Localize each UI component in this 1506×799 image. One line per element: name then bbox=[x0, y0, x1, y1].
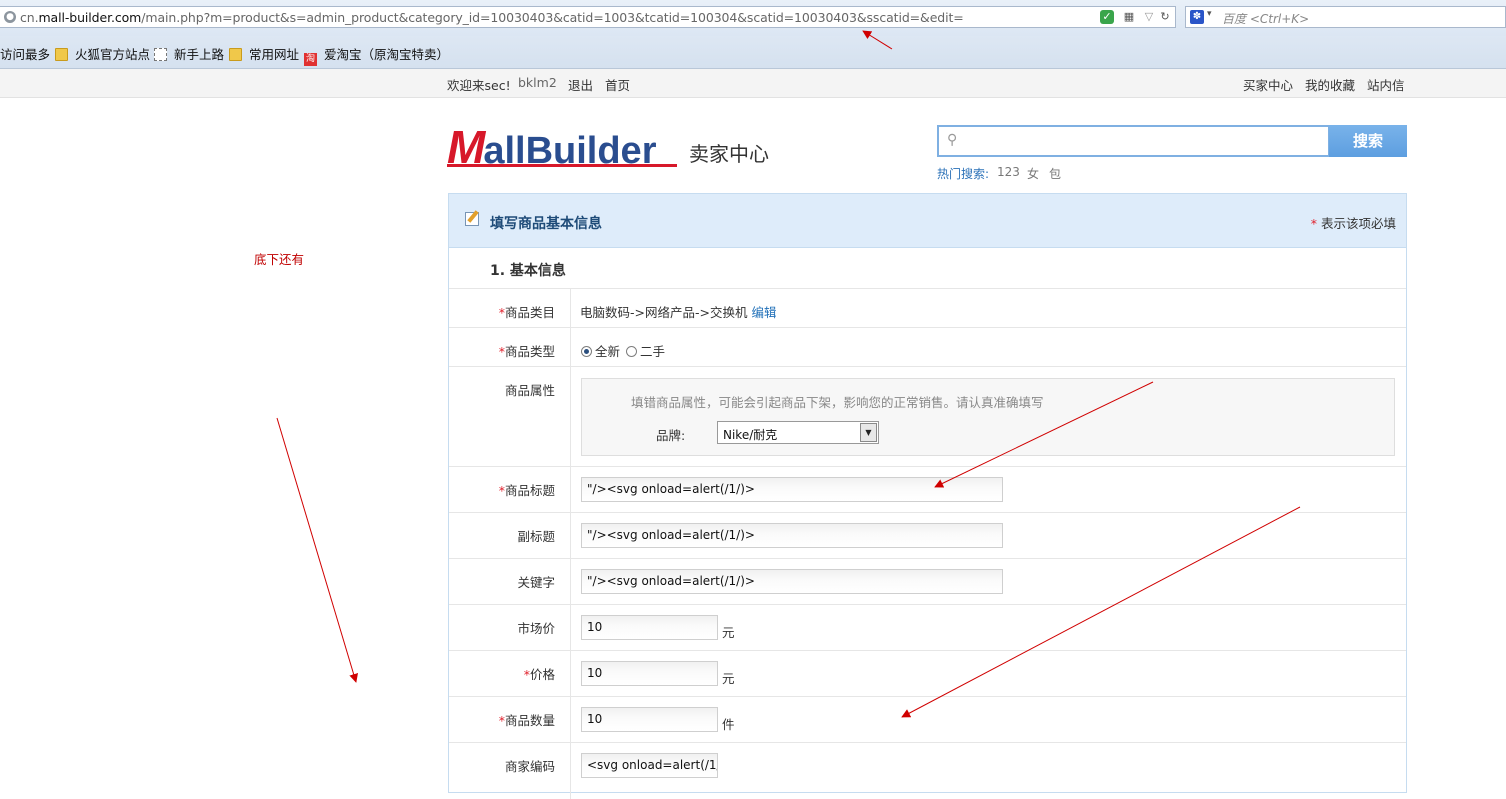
seller-center-title: 卖家中心 bbox=[689, 142, 769, 166]
subtitle-label: 副标题 bbox=[517, 529, 555, 544]
hot-keyword[interactable]: 123 bbox=[997, 165, 1020, 179]
unit-yuan: 元 bbox=[722, 625, 735, 640]
bookmarks-bar: 访问最多 火狐官方站点 新手上路 常用网址 淘爱淘宝（原淘宝特卖） bbox=[0, 36, 1506, 69]
brand-select[interactable]: Nike/耐克 ▼ bbox=[717, 421, 879, 444]
annotation-note: 底下还有 bbox=[254, 252, 305, 267]
quantity-label: *商品数量 bbox=[498, 713, 555, 728]
username-link[interactable]: bklm2 bbox=[518, 75, 557, 90]
site-top-bar: 欢迎来sec! bklm2 退出 首页 买家中心 我的收藏 站内信 bbox=[0, 69, 1506, 98]
site-search-input[interactable]: ⚲ bbox=[937, 125, 1330, 157]
radio-used[interactable] bbox=[626, 346, 637, 357]
folder-icon bbox=[229, 48, 242, 61]
mallbuilder-logo[interactable]: MallBuilder bbox=[447, 120, 677, 173]
divider bbox=[449, 558, 1406, 559]
divider bbox=[449, 512, 1406, 513]
engine-dropdown-icon[interactable]: ▾ bbox=[1207, 9, 1212, 19]
product-title-input[interactable]: "/><svg onload=alert(/1/)> bbox=[581, 477, 1003, 502]
browser-search-placeholder: 百度 <Ctrl+K> bbox=[1222, 12, 1310, 26]
hot-keyword[interactable]: 包 bbox=[1049, 165, 1061, 182]
buyer-center-link[interactable]: 买家中心 bbox=[1243, 75, 1293, 94]
bookmark-getting-started[interactable]: 新手上路 bbox=[154, 44, 224, 63]
qr-code-icon[interactable]: ▦ bbox=[1122, 10, 1136, 24]
attributes-hint: 填错商品属性，可能会引起商品下架，影响您的正常销售。请认真准确填写 bbox=[631, 395, 1044, 410]
taobao-icon: 淘 bbox=[304, 53, 317, 66]
bookmark-firefox-site[interactable]: 火狐官方站点 bbox=[55, 44, 150, 63]
type-label: *商品类型 bbox=[498, 344, 555, 359]
browser-search-box[interactable]: ✽ ▾ 百度 <Ctrl+K> bbox=[1185, 6, 1506, 28]
divider bbox=[449, 288, 1406, 289]
type-options: 全新 二手 bbox=[581, 341, 665, 360]
brand-label: 品牌: bbox=[656, 428, 686, 443]
bookmark-aitaobao[interactable]: 淘爱淘宝（原淘宝特卖） bbox=[304, 44, 449, 66]
section-title: 1. 基本信息 bbox=[490, 263, 566, 279]
messages-link[interactable]: 站内信 bbox=[1367, 75, 1405, 94]
price-label: *价格 bbox=[523, 667, 555, 682]
sku-input[interactable]: <svg onload=alert(/1/)> bbox=[581, 753, 718, 778]
divider bbox=[449, 327, 1406, 328]
radio-new[interactable] bbox=[581, 346, 592, 357]
hot-search-label: 热门搜索: bbox=[937, 167, 990, 181]
market-price-input[interactable]: 10 bbox=[581, 615, 718, 640]
logo-underline bbox=[447, 164, 677, 167]
title-label: *商品标题 bbox=[498, 483, 555, 498]
keywords-input[interactable]: "/><svg onload=alert(/1/)> bbox=[581, 569, 1003, 594]
home-link[interactable]: 首页 bbox=[605, 75, 630, 94]
divider bbox=[449, 742, 1406, 743]
annotation-arrow bbox=[276, 417, 358, 683]
price-input[interactable]: 10 bbox=[581, 661, 718, 686]
divider bbox=[449, 466, 1406, 467]
divider bbox=[449, 696, 1406, 697]
keywords-label: 关键字 bbox=[517, 575, 555, 590]
panel-header: 填写商品基本信息 * 表示该项必填 bbox=[449, 194, 1406, 248]
divider bbox=[449, 366, 1406, 367]
edit-pencil-icon bbox=[465, 212, 479, 226]
attributes-box: 填错商品属性，可能会引起商品下架，影响您的正常销售。请认真准确填写 品牌: Ni… bbox=[581, 378, 1395, 456]
unit-yuan: 元 bbox=[722, 671, 735, 686]
welcome-text: 欢迎来sec! bbox=[447, 78, 511, 93]
required-note: * 表示该项必填 bbox=[1310, 216, 1396, 231]
subtitle-input[interactable]: "/><svg onload=alert(/1/)> bbox=[581, 523, 1003, 548]
address-bar[interactable]: ● cn.mall-builder.com/main.php?m=product… bbox=[0, 6, 1176, 28]
quantity-input[interactable]: 10 bbox=[581, 707, 718, 732]
chevron-down-icon[interactable]: ▼ bbox=[860, 423, 877, 442]
logout-link[interactable]: 退出 bbox=[568, 75, 593, 94]
bookmark-common-sites[interactable]: 常用网址 bbox=[229, 44, 299, 63]
sku-label: 商家编码 bbox=[504, 759, 555, 774]
search-icon: ⚲ bbox=[947, 132, 958, 148]
unit-piece: 件 bbox=[722, 717, 735, 732]
page-icon bbox=[154, 48, 167, 61]
category-edit-link[interactable]: 编辑 bbox=[751, 305, 776, 320]
search-button[interactable]: 搜索 bbox=[1329, 125, 1407, 157]
dropdown-arrow-icon[interactable]: ▽ bbox=[1142, 10, 1156, 24]
url-text[interactable]: cn.mall-builder.com/main.php?m=product&s… bbox=[20, 10, 964, 25]
baidu-paw-icon[interactable]: ✽ bbox=[1190, 10, 1204, 24]
divider bbox=[449, 650, 1406, 651]
panel-title: 填写商品基本信息 bbox=[490, 216, 602, 232]
globe-icon: ● bbox=[4, 11, 16, 23]
shield-icon[interactable]: ✓ bbox=[1100, 10, 1114, 24]
favorites-link[interactable]: 我的收藏 bbox=[1305, 75, 1355, 94]
product-form-panel: 填写商品基本信息 * 表示该项必填 1. 基本信息 *商品类目 电脑数码->网络… bbox=[448, 193, 1407, 799]
divider bbox=[449, 604, 1406, 605]
reload-icon[interactable]: ↻ bbox=[1158, 10, 1172, 24]
hot-keyword[interactable]: 女 bbox=[1027, 165, 1039, 182]
category-label: *商品类目 bbox=[498, 305, 555, 320]
market-price-label: 市场价 bbox=[517, 621, 555, 636]
browser-toolbar: ● cn.mall-builder.com/main.php?m=product… bbox=[0, 0, 1506, 36]
attributes-label: 商品属性 bbox=[504, 383, 555, 398]
folder-icon bbox=[55, 48, 68, 61]
category-value: 电脑数码->网络产品->交换机 编辑 bbox=[580, 305, 777, 320]
bookmark-most-visited[interactable]: 访问最多 bbox=[0, 44, 50, 63]
